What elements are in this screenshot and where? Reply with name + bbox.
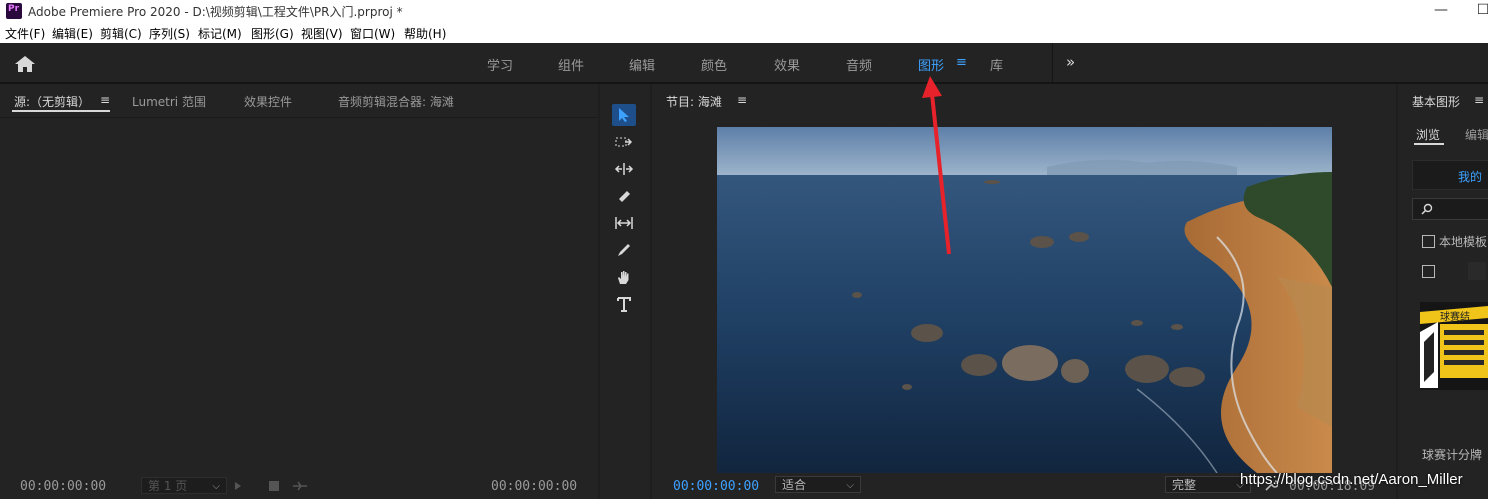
menu-file[interactable]: 文件(F) (5, 25, 45, 42)
insert-icon[interactable] (292, 481, 308, 491)
template-thumbnail-caption: 球赛结 (1440, 312, 1470, 323)
my-templates-label: 我的 (1458, 170, 1483, 184)
hand-icon (618, 271, 629, 284)
ripple-edit-tool[interactable] (612, 158, 636, 180)
local-templates-checkbox[interactable] (1422, 235, 1435, 248)
workspace-tab-assembly[interactable]: 组件 (558, 55, 584, 74)
title-bar: Pr Adobe Premiere Pro 2020 - D:\视频剪辑\工程文… (0, 0, 1488, 22)
menu-clip[interactable]: 剪辑(C) (100, 25, 142, 42)
tab-source[interactable]: 源:（无剪辑） (14, 93, 90, 110)
tab-lumetri-scopes[interactable]: Lumetri 范围 (132, 93, 206, 110)
menu-marker[interactable]: 标记(M) (198, 25, 242, 42)
menu-edit[interactable]: 编辑(E) (52, 25, 93, 42)
template-thumbnail[interactable]: 球赛结 (1420, 302, 1488, 390)
my-templates-button[interactable]: 我的 (1412, 160, 1488, 190)
filter-checkbox[interactable] (1422, 265, 1435, 278)
active-tab-underline (12, 110, 110, 112)
source-page-select[interactable]: 第 1 页 ⌵ (141, 477, 227, 494)
zoom-fit-label: 适合 (782, 478, 807, 492)
essential-graphics-panel: 基本图形 ≡ 浏览 编辑 我的 本地模板 球赛结 球赛计分牌 (1398, 84, 1488, 499)
razor-icon (619, 191, 630, 202)
tab-edit[interactable]: 编辑 (1465, 126, 1488, 143)
menu-window[interactable]: 窗口(W) (350, 25, 395, 42)
workspace-bar: 学习 组件 编辑 颜色 效果 音频 图形 ≡ 库 » (0, 43, 1488, 83)
panel-divider (0, 117, 598, 118)
workspace-tab-color[interactable]: 颜色 (701, 55, 727, 74)
menu-bar: 文件(F) 编辑(E) 剪辑(C) 序列(S) 标记(M) 图形(G) 视图(V… (0, 22, 1488, 43)
source-duration-timecode: 00:00:00:00 (491, 479, 578, 494)
essential-graphics-title[interactable]: 基本图形 (1412, 93, 1460, 110)
program-video-frame[interactable] (717, 127, 1332, 473)
slip-icon (615, 217, 633, 229)
type-text-icon (617, 297, 631, 312)
template-name: 球赛计分牌 (1422, 448, 1483, 462)
menu-graphics[interactable]: 图形(G) (251, 25, 294, 42)
program-playhead-timecode[interactable]: 00:00:00:00 (673, 479, 759, 494)
playback-resolution-select[interactable]: 完整 ⌵ (1165, 476, 1251, 493)
source-panel: 源:（无剪辑） ≡ Lumetri 范围 效果控件 音频剪辑混合器: 海滩 00… (0, 84, 598, 499)
export-frame-icon[interactable] (268, 480, 280, 492)
essential-graphics-menu-icon[interactable]: ≡ (1474, 93, 1484, 107)
track-select-tool[interactable] (612, 131, 636, 153)
track-select-icon (615, 137, 633, 147)
workspace-tab-editing[interactable]: 编辑 (629, 55, 655, 74)
tab-browse[interactable]: 浏览 (1416, 126, 1440, 143)
arrow-cursor-icon (619, 108, 629, 122)
pen-icon (618, 244, 630, 256)
pen-tool[interactable] (612, 239, 636, 261)
workspace-tab-libraries[interactable]: 库 (990, 55, 1003, 74)
workspace-divider (1052, 43, 1053, 83)
workspace-tab-audio[interactable]: 音频 (846, 55, 872, 74)
premiere-logo-icon: Pr (6, 3, 22, 19)
selection-tool[interactable] (612, 104, 636, 126)
maximize-button[interactable]: ☐ (1460, 0, 1488, 22)
filter-button[interactable] (1468, 262, 1486, 280)
tools-panel (600, 84, 650, 499)
menu-sequence[interactable]: 序列(S) (149, 25, 190, 42)
workspace-menu-icon[interactable]: ≡ (956, 55, 967, 70)
active-tab-underline (1414, 143, 1444, 145)
slip-tool[interactable] (612, 212, 636, 234)
zoom-fit-select[interactable]: 适合 ⌵ (775, 476, 861, 493)
source-panel-menu-icon[interactable]: ≡ (100, 93, 110, 107)
playback-resolution-label: 完整 (1172, 478, 1197, 492)
template-search-input[interactable] (1412, 198, 1488, 220)
home-icon[interactable] (14, 55, 36, 73)
program-panel-menu-icon[interactable]: ≡ (737, 93, 747, 107)
chevron-down-icon: ⌵ (846, 480, 854, 491)
beach-video-image (717, 127, 1332, 473)
workspace-tab-effects[interactable]: 效果 (774, 55, 800, 74)
source-playhead-timecode[interactable]: 00:00:00:00 (20, 479, 106, 494)
annotation-arrow-icon (922, 76, 951, 255)
tab-audio-clip-mixer[interactable]: 音频剪辑混合器: 海滩 (338, 93, 454, 110)
workspace-overflow-icon[interactable]: » (1066, 53, 1075, 71)
source-page-select-label: 第 1 页 (148, 479, 188, 493)
menu-help[interactable]: 帮助(H) (404, 25, 446, 42)
menu-view[interactable]: 视图(V) (301, 25, 343, 42)
search-icon (1421, 203, 1433, 215)
watermark: https://blog.csdn.net/Aaron_Miller (1240, 471, 1463, 488)
tab-effect-controls[interactable]: 效果控件 (244, 93, 292, 110)
hand-tool[interactable] (612, 266, 636, 288)
play-icon[interactable] (234, 481, 242, 491)
workspace-tab-learn[interactable]: 学习 (487, 55, 513, 74)
minimize-button[interactable]: — (1418, 0, 1464, 22)
window-title: Adobe Premiere Pro 2020 - D:\视频剪辑\工程文件\P… (28, 5, 403, 19)
local-templates-label: 本地模板 (1439, 235, 1488, 249)
razor-tool[interactable] (612, 185, 636, 207)
program-title[interactable]: 节目: 海滩 (666, 93, 722, 110)
ripple-edit-icon (614, 163, 634, 175)
chevron-down-icon: ⌵ (212, 481, 220, 492)
type-tool[interactable] (612, 293, 636, 315)
